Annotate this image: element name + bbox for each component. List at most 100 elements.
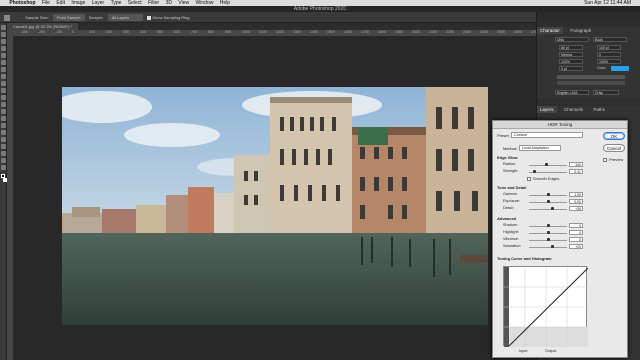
vibrance-slider[interactable]: Vibrance: 0	[503, 237, 583, 243]
slider-knob[interactable]	[547, 200, 550, 203]
section-tone-detail[interactable]: Tone and Detail	[497, 185, 526, 190]
document-image[interactable]	[62, 87, 488, 325]
ruler-mark: -300	[21, 30, 29, 34]
text-color-swatch[interactable]	[611, 66, 629, 71]
ring-checkbox[interactable]	[147, 15, 152, 20]
tools-panel	[0, 23, 7, 360]
tab-paths[interactable]: Paths	[590, 106, 608, 113]
move-tool-icon[interactable]	[1, 25, 6, 30]
slider-knob[interactable]	[551, 207, 555, 210]
dodge-tool-icon[interactable]	[1, 123, 6, 128]
detail-value[interactable]: +30	[569, 206, 583, 211]
radius-value[interactable]: 100	[569, 162, 583, 167]
ruler-mark: 2500	[497, 30, 505, 34]
input-label: Input:	[519, 349, 528, 353]
saturation-slider[interactable]: Saturation: +20	[503, 244, 583, 250]
frame-tool-icon[interactable]	[1, 60, 6, 65]
sample-select[interactable]: All Layers	[107, 14, 144, 21]
language-field[interactable]: English: USA	[555, 90, 589, 95]
antialias-field[interactable]: Crisp	[593, 90, 619, 95]
blur-tool-icon[interactable]	[1, 116, 6, 121]
ruler-mark: 100	[89, 30, 95, 34]
stamp-tool-icon[interactable]	[1, 88, 6, 93]
section-advanced[interactable]: Advanced	[497, 216, 516, 221]
section-edge-glow[interactable]: Edge Glow	[497, 155, 518, 160]
ruler-mark: 400	[140, 30, 146, 34]
type-tool-icon[interactable]	[1, 137, 6, 142]
history-brush-tool-icon[interactable]	[1, 95, 6, 100]
section-toning-curve[interactable]: Toning Curve and Histogram	[497, 256, 552, 261]
shadow-value[interactable]: 0	[569, 223, 583, 228]
radius-slider[interactable]: Radius: 100	[503, 162, 583, 168]
slider-knob[interactable]	[547, 238, 550, 241]
leading-field[interactable]: 100 pt	[597, 45, 621, 50]
ruler-mark: 600	[174, 30, 180, 34]
detail-slider[interactable]: Detail: +30	[503, 206, 583, 212]
shape-tool-icon[interactable]	[1, 151, 6, 156]
ruler-mark: 1000	[242, 30, 250, 34]
highlight-slider[interactable]: Highlight: 0	[503, 230, 583, 236]
quick-select-tool-icon[interactable]	[1, 46, 6, 51]
tab-paragraph[interactable]: Paragraph	[567, 27, 594, 34]
eyedropper-tool-icon[interactable]	[1, 67, 6, 72]
tab-layers[interactable]: Layers	[537, 106, 557, 113]
marquee-tool-icon[interactable]	[1, 32, 6, 37]
ruler-mark: 1400	[310, 30, 318, 34]
gamma-slider[interactable]: Gamma: 1.00	[503, 192, 583, 198]
text-style-buttons[interactable]	[557, 75, 625, 79]
strength-slider[interactable]: Strength: 0.41	[503, 169, 583, 175]
tracking-field[interactable]: 0	[597, 52, 621, 57]
ruler-mark: 1800	[378, 30, 386, 34]
cancel-button[interactable]: Cancel	[603, 144, 625, 152]
tab-character[interactable]: Character	[537, 27, 563, 34]
smooth-edges-checkbox[interactable]	[527, 177, 531, 181]
highlight-value[interactable]: 0	[569, 230, 583, 235]
eyedropper-icon[interactable]	[4, 14, 10, 21]
preview-checkbox[interactable]	[603, 158, 607, 162]
font-size-field[interactable]: 80 pt	[559, 45, 583, 50]
kerning-field[interactable]: Metrics	[559, 52, 583, 57]
hand-tool-icon[interactable]	[1, 158, 6, 163]
horizontal-scale-field[interactable]: 100%	[597, 59, 621, 64]
toning-curve-graph[interactable]	[503, 266, 589, 347]
slider-knob[interactable]	[547, 231, 550, 234]
exposure-slider[interactable]: Exposure: 0.00	[503, 199, 583, 205]
path-select-tool-icon[interactable]	[1, 144, 6, 149]
saturation-value[interactable]: +20	[569, 244, 583, 249]
slider-knob[interactable]	[547, 193, 550, 196]
pen-tool-icon[interactable]	[1, 130, 6, 135]
slider-knob[interactable]	[550, 245, 554, 248]
baseline-field[interactable]: 0 pt	[559, 66, 583, 71]
output-label: Output:	[545, 349, 557, 353]
exposure-value[interactable]: 0.00	[569, 199, 583, 204]
slider-knob[interactable]	[547, 224, 550, 227]
zoom-tool-icon[interactable]	[1, 165, 6, 170]
preset-select[interactable]: Custom	[511, 132, 583, 138]
sample-size-select[interactable]: Point Sample	[52, 14, 85, 21]
crop-tool-icon[interactable]	[1, 53, 6, 58]
opentype-buttons[interactable]	[557, 81, 625, 85]
gamma-value[interactable]: 1.00	[569, 192, 583, 197]
shadow-slider[interactable]: Shadow: 0	[503, 223, 583, 229]
ok-button[interactable]: OK	[603, 132, 625, 140]
font-family-field[interactable]: Ubik	[555, 37, 589, 42]
method-select[interactable]: Local Adaptation	[519, 145, 561, 151]
vibrance-value[interactable]: 0	[569, 237, 583, 242]
ruler-mark: 900	[225, 30, 231, 34]
slider-knob[interactable]	[532, 170, 536, 173]
healing-tool-icon[interactable]	[1, 74, 6, 79]
slider-knob[interactable]	[545, 163, 549, 166]
gradient-tool-icon[interactable]	[1, 109, 6, 114]
lasso-tool-icon[interactable]	[1, 39, 6, 44]
ruler-mark: 2100	[429, 30, 437, 34]
eraser-tool-icon[interactable]	[1, 102, 6, 107]
ruler-mark: 2600	[514, 30, 522, 34]
font-style-field[interactable]: Book	[593, 37, 627, 42]
preset-label: Preset:	[497, 133, 510, 138]
ruler-mark: 700	[191, 30, 197, 34]
strength-value[interactable]: 0.41	[569, 169, 583, 174]
brush-tool-icon[interactable]	[1, 81, 6, 86]
vertical-scale-field[interactable]: 100%	[559, 59, 583, 64]
tab-channels[interactable]: Channels	[561, 106, 586, 113]
document-tab[interactable]: Canal01.jpg @ 33.3% (RGB/8*) *	[7, 23, 78, 30]
